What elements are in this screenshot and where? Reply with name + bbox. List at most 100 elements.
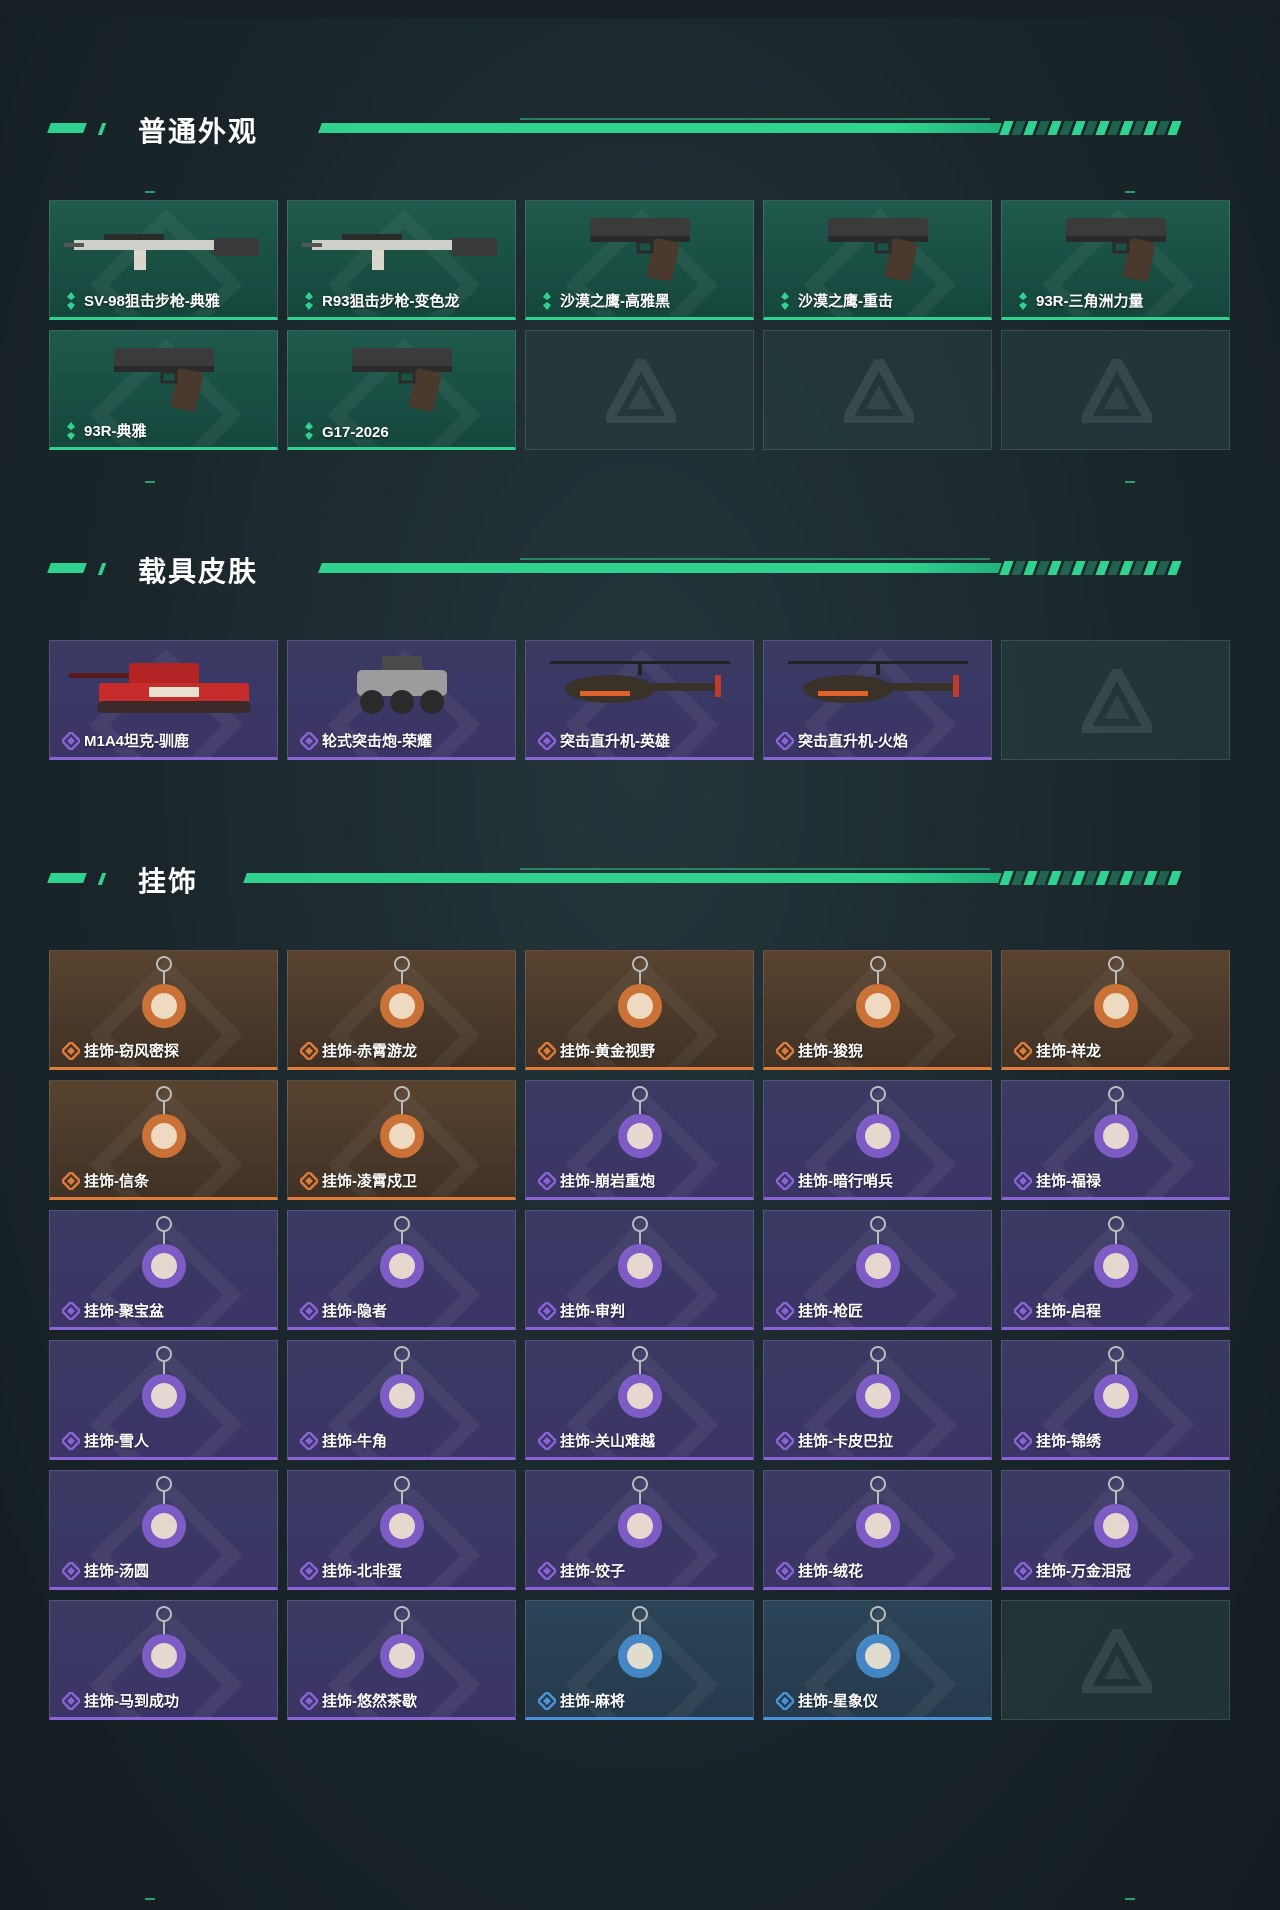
item-name: 挂饰-隐者 [322, 1303, 387, 1320]
rarity-icon [60, 1170, 82, 1192]
item-name: 挂饰-麻将 [560, 1693, 625, 1710]
armored-car-icon [288, 645, 515, 727]
empty-slot [763, 330, 992, 450]
item-card[interactable]: 挂饰-关山难越 [525, 1340, 754, 1460]
item-name: G17-2026 [322, 424, 389, 441]
item-card[interactable]: 挂饰-窃风密探 [49, 950, 278, 1070]
item-card[interactable]: 挂饰-聚宝盆 [49, 1210, 278, 1330]
item-card[interactable]: 挂饰-信条 [49, 1080, 278, 1200]
item-card[interactable]: 挂饰-祥龙 [1001, 950, 1230, 1070]
item-name: 93R-三角洲力量 [1036, 293, 1144, 310]
charm-icon [1002, 955, 1229, 1037]
top-bar [0, 0, 1280, 18]
rarity-icon [536, 1690, 558, 1712]
item-card[interactable]: 挂饰-马到成功 [49, 1600, 278, 1720]
rarity-icon [774, 1560, 796, 1582]
rarity-icon [1012, 1560, 1034, 1582]
charm-icon [288, 1085, 515, 1167]
item-name: 挂饰-福禄 [1036, 1173, 1101, 1190]
section-header: 普通外观 [0, 107, 1280, 147]
item-card[interactable]: 挂饰-悠然茶歇 [287, 1600, 516, 1720]
charm-icon [50, 1215, 277, 1297]
item-card[interactable]: M1A4坦克-驯鹿 [49, 640, 278, 760]
item-card[interactable]: SV-98狙击步枪-典雅 [49, 200, 278, 320]
item-name: 沙漠之鹰-重击 [798, 293, 893, 310]
rarity-icon [298, 1430, 320, 1452]
item-card[interactable]: 挂饰-绒花 [763, 1470, 992, 1590]
charm-icon [50, 1475, 277, 1557]
item-card[interactable]: 93R-典雅 [49, 330, 278, 450]
charm-icon [50, 1345, 277, 1427]
item-card[interactable]: R93狙击步枪-变色龙 [287, 200, 516, 320]
item-card[interactable]: 挂饰-牛角 [287, 1340, 516, 1460]
item-card[interactable]: 挂饰-隐者 [287, 1210, 516, 1330]
helicopter-icon [526, 645, 753, 727]
item-card[interactable]: 挂饰-饺子 [525, 1470, 754, 1590]
item-name: 挂饰-祥龙 [1036, 1043, 1101, 1060]
item-card[interactable]: 突击直升机-火焰 [763, 640, 992, 760]
rarity-icon [60, 1040, 82, 1062]
item-card[interactable]: 轮式突击炮-荣耀 [287, 640, 516, 760]
item-card[interactable]: 突击直升机-英雄 [525, 640, 754, 760]
item-name: 挂饰-狻猊 [798, 1043, 863, 1060]
item-card[interactable]: 挂饰-星象仪 [763, 1600, 992, 1720]
charm-icon [764, 1605, 991, 1687]
item-name: 挂饰-绒花 [798, 1563, 863, 1580]
item-card[interactable]: 沙漠之鹰-高雅黑 [525, 200, 754, 320]
charm-icon [764, 1475, 991, 1557]
pistol-icon [764, 205, 991, 287]
item-card[interactable]: 挂饰-狻猊 [763, 950, 992, 1070]
tank-icon [50, 645, 277, 727]
item-card[interactable]: 挂饰-北非蛋 [287, 1470, 516, 1590]
rarity-icon [1012, 1300, 1034, 1322]
charm-icon [1002, 1215, 1229, 1297]
item-card[interactable]: 挂饰-凌霄戍卫 [287, 1080, 516, 1200]
rarity-icon [298, 1170, 320, 1192]
rarity-icon [536, 1430, 558, 1452]
pistol-icon [526, 205, 753, 287]
placeholder-logo-icon [1075, 1620, 1159, 1696]
item-name: R93狙击步枪-变色龙 [322, 293, 460, 310]
item-name: 挂饰-雪人 [84, 1433, 149, 1450]
item-name: 沙漠之鹰-高雅黑 [560, 293, 670, 310]
item-name: 突击直升机-火焰 [798, 733, 908, 750]
item-card[interactable]: 挂饰-雪人 [49, 1340, 278, 1460]
item-card[interactable]: 挂饰-启程 [1001, 1210, 1230, 1330]
item-card[interactable]: 挂饰-崩岩重炮 [525, 1080, 754, 1200]
item-card[interactable]: 挂饰-黄金视野 [525, 950, 754, 1070]
item-card[interactable]: 挂饰-暗行哨兵 [763, 1080, 992, 1200]
item-name: 挂饰-信条 [84, 1173, 149, 1190]
item-name: 挂饰-锦绣 [1036, 1433, 1101, 1450]
charm-icon [50, 1085, 277, 1167]
item-card[interactable]: 挂饰-麻将 [525, 1600, 754, 1720]
header-checker-pattern [999, 561, 1202, 575]
helicopter-icon [764, 645, 991, 727]
corner-tick [145, 1898, 155, 1900]
charm-icon [526, 1605, 753, 1687]
charm-icon [526, 955, 753, 1037]
item-name: 挂饰-卡皮巴拉 [798, 1433, 893, 1450]
item-card[interactable]: 挂饰-卡皮巴拉 [763, 1340, 992, 1460]
corner-tick [1125, 481, 1135, 483]
item-card[interactable]: 沙漠之鹰-重击 [763, 200, 992, 320]
item-name: 挂饰-星象仪 [798, 1693, 878, 1710]
empty-slot [1001, 1600, 1230, 1720]
item-card[interactable]: 挂饰-枪匠 [763, 1210, 992, 1330]
charm-icon [288, 1605, 515, 1687]
item-name: 轮式突击炮-荣耀 [322, 733, 432, 750]
item-card[interactable]: 挂饰-赤霄游龙 [287, 950, 516, 1070]
item-card[interactable]: 挂饰-锦绣 [1001, 1340, 1230, 1460]
rarity-icon [538, 292, 556, 310]
item-card[interactable]: G17-2026 [287, 330, 516, 450]
corner-tick [145, 191, 155, 193]
empty-slot [1001, 330, 1230, 450]
item-card[interactable]: 挂饰-福禄 [1001, 1080, 1230, 1200]
rarity-icon [298, 1560, 320, 1582]
item-card[interactable]: 挂饰-万金泪冠 [1001, 1470, 1230, 1590]
item-card[interactable]: 挂饰-审判 [525, 1210, 754, 1330]
rarity-icon [536, 1560, 558, 1582]
item-card[interactable]: 挂饰-汤圆 [49, 1470, 278, 1590]
item-card[interactable]: 93R-三角洲力量 [1001, 200, 1230, 320]
rarity-icon [60, 1560, 82, 1582]
corner-tick [1125, 1898, 1135, 1900]
